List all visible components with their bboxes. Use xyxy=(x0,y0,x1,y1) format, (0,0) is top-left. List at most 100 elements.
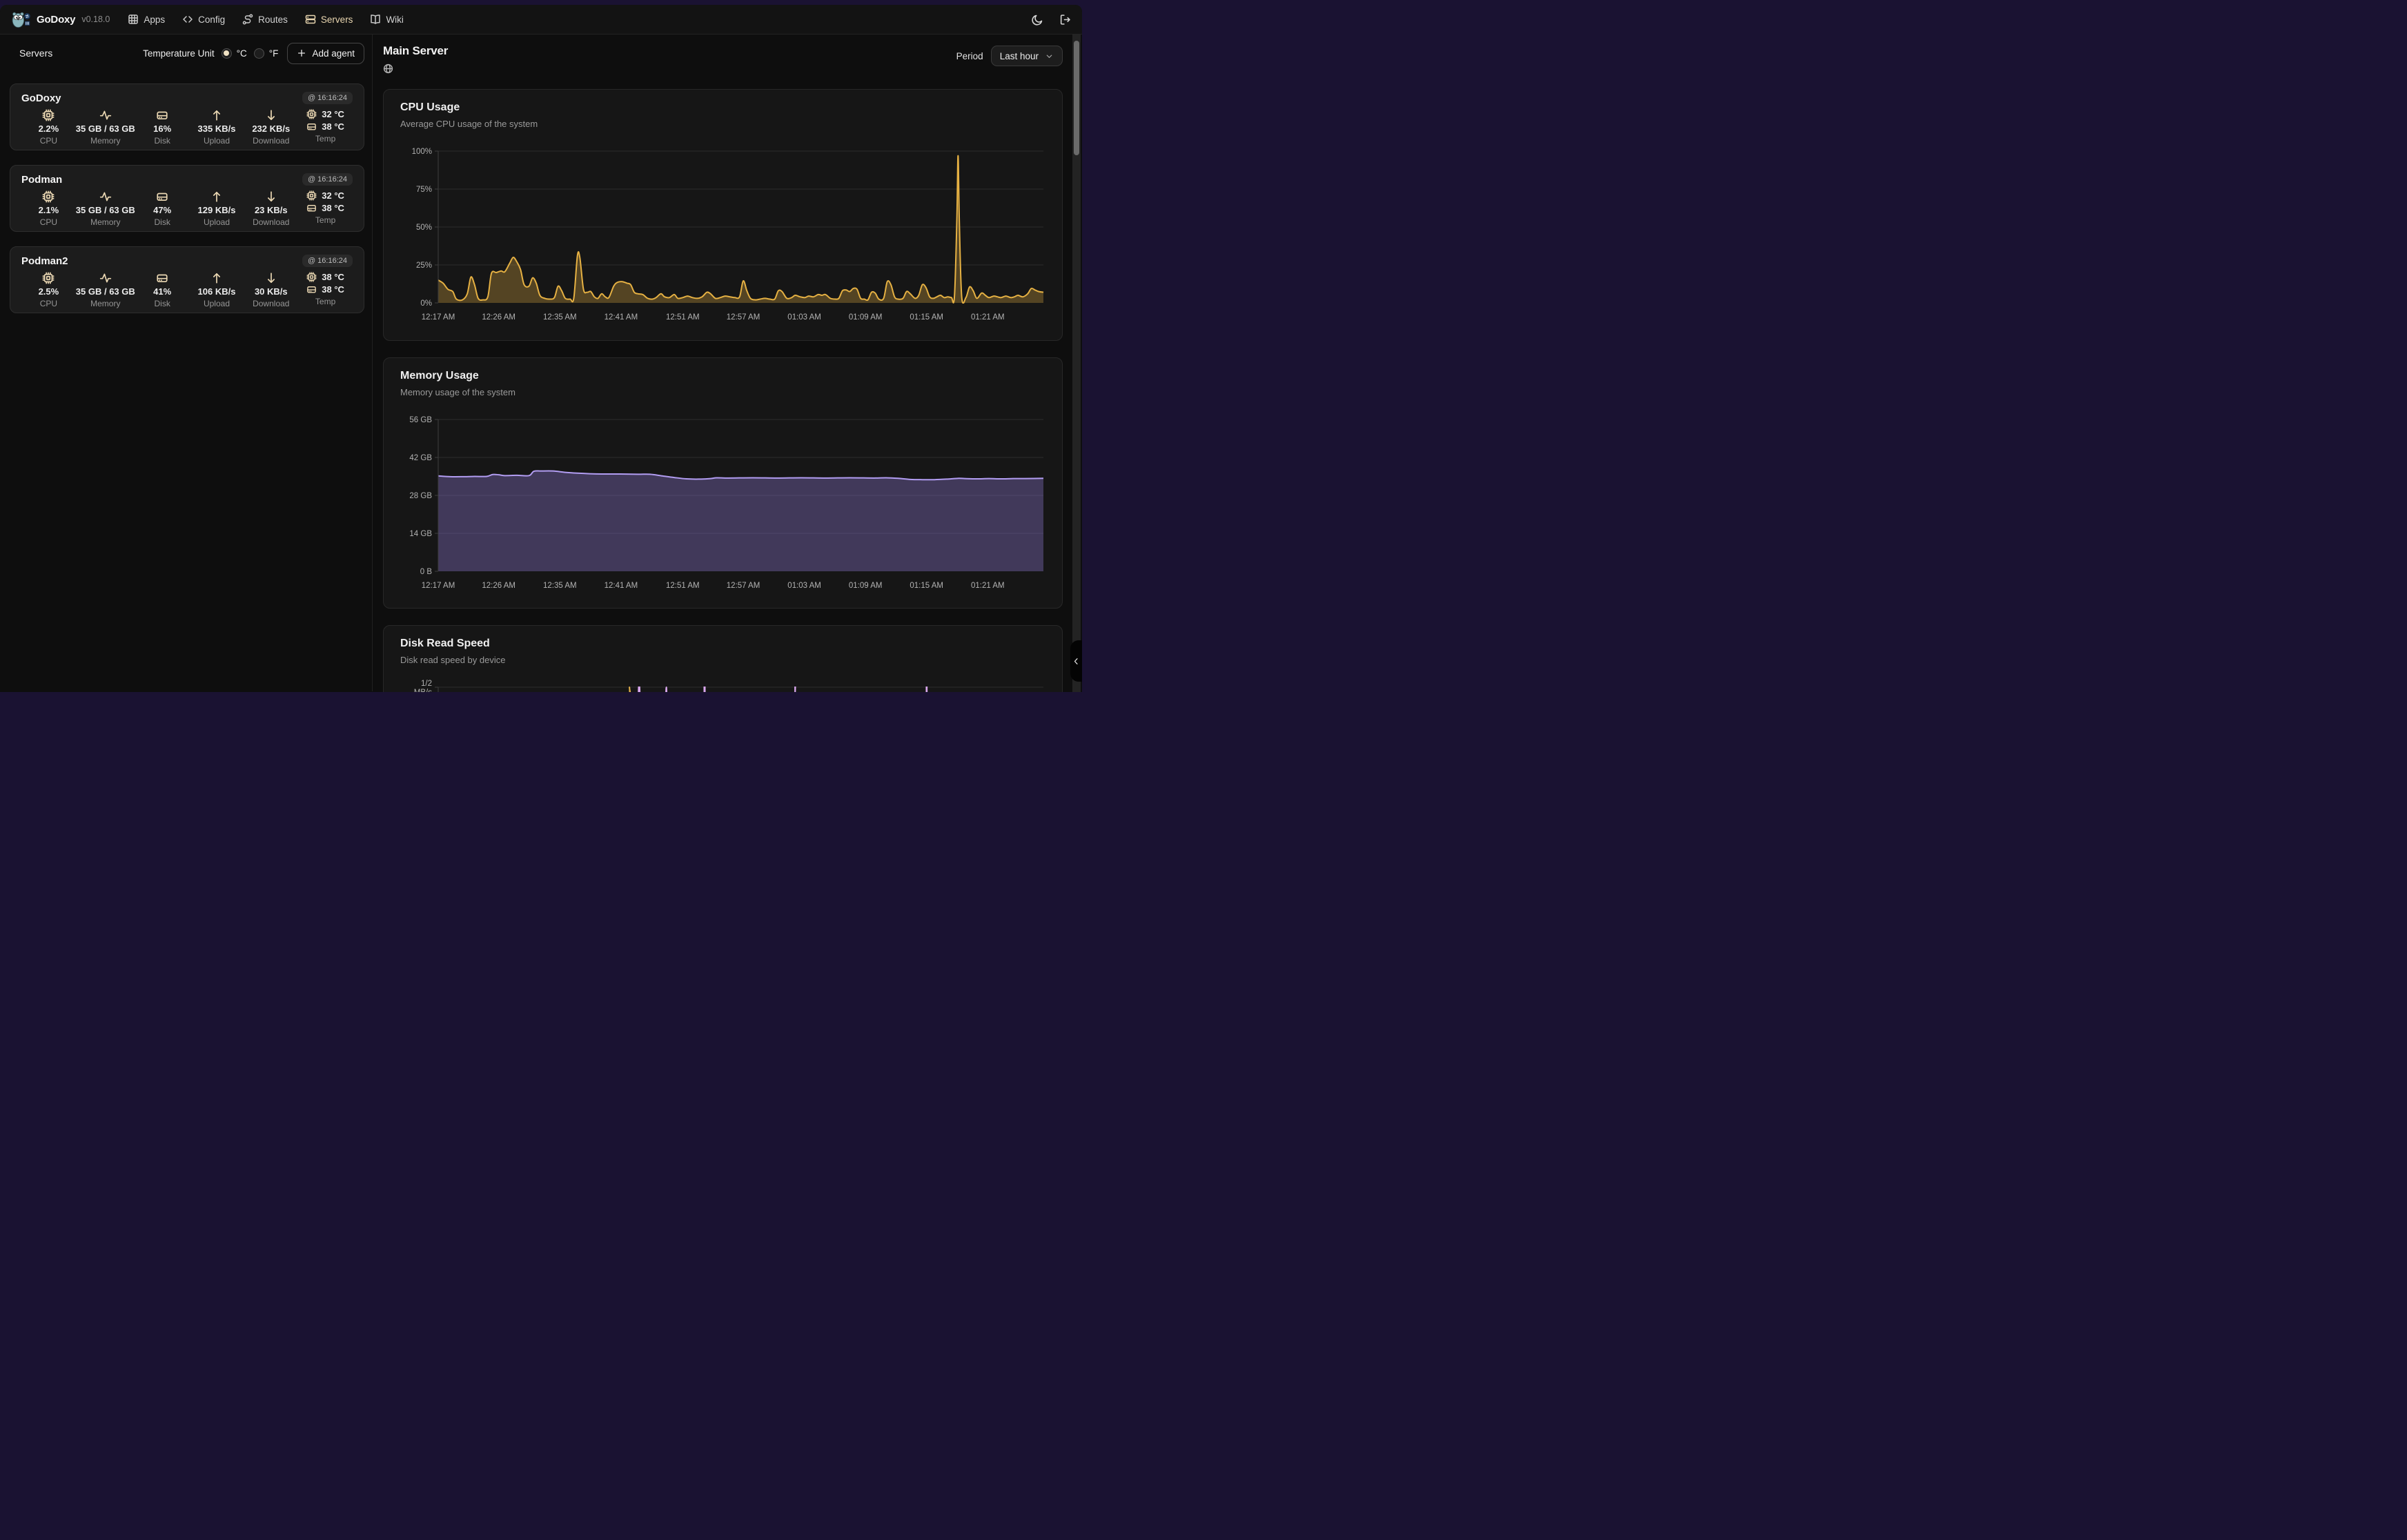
nav-item-config[interactable]: Config xyxy=(182,14,225,25)
cpu-icon xyxy=(306,109,317,119)
plus-icon xyxy=(297,48,306,58)
servers-sidebar: Servers Temperature Unit °C °F Add agent xyxy=(0,34,373,691)
arrow-down-icon xyxy=(265,271,277,284)
svg-text:12:57 AM: 12:57 AM xyxy=(727,582,760,590)
hard-drive-icon xyxy=(306,203,317,213)
stat-disk: 47% Disk xyxy=(135,190,190,227)
svg-text:12:57 AM: 12:57 AM xyxy=(727,313,760,322)
chart-title: Memory Usage xyxy=(400,370,1045,382)
temperature-unit-group: Temperature Unit °C °F xyxy=(143,48,278,59)
svg-text:42 GB: 42 GB xyxy=(409,454,432,462)
svg-text:25%: 25% xyxy=(416,261,432,270)
svg-text:01:09 AM: 01:09 AM xyxy=(849,313,883,322)
cpu-icon xyxy=(306,272,317,282)
chart-subtitle: Disk read speed by device xyxy=(400,655,1045,665)
svg-text:12:51 AM: 12:51 AM xyxy=(666,313,700,322)
chart-subtitle: Average CPU usage of the system xyxy=(400,119,1045,129)
svg-text:MB/s: MB/s xyxy=(414,689,432,692)
svg-text:12:51 AM: 12:51 AM xyxy=(666,582,700,590)
chart-title: CPU Usage xyxy=(400,101,1045,114)
logout-button[interactable] xyxy=(1059,14,1071,26)
server-card-podman[interactable]: Podman @ 16:16:24 2.1% CPU 35 GB / 63 GB… xyxy=(10,165,364,232)
stat-download: 30 KB/s Download xyxy=(244,271,298,308)
moon-icon xyxy=(1032,14,1043,26)
app-window: GoDoxy v0.18.0 Apps Config Routes Servers Wi… xyxy=(0,5,1082,692)
arrow-up-icon xyxy=(210,190,223,203)
stat-temp: 32 °C 38 °C Temp xyxy=(298,108,353,146)
chart-card-cpu: CPU Usage Average CPU usage of the system… xyxy=(383,89,1063,341)
temp-unit-fahrenheit-radio[interactable]: °F xyxy=(254,48,279,59)
svg-text:01:09 AM: 01:09 AM xyxy=(849,582,883,590)
sidebar-header: Servers Temperature Unit °C °F Add agent xyxy=(10,43,364,63)
scrollbar-thumb[interactable] xyxy=(1074,41,1079,155)
theme-toggle-button[interactable] xyxy=(1032,14,1043,26)
stat-temp: 38 °C 38 °C Temp xyxy=(298,271,353,308)
cpu-icon xyxy=(42,108,55,121)
stat-memory: 35 GB / 63 GB Memory xyxy=(76,271,135,308)
server-name: Podman2 xyxy=(21,255,68,267)
svg-text:50%: 50% xyxy=(416,224,432,232)
svg-text:75%: 75% xyxy=(416,186,432,194)
svg-text:0%: 0% xyxy=(420,299,432,308)
chart-card-memory: Memory Usage Memory usage of the system 56… xyxy=(383,357,1063,609)
server-timestamp-badge: @ 16:16:24 xyxy=(302,255,353,267)
server-name: GoDoxy xyxy=(21,92,61,104)
stat-download: 23 KB/s Download xyxy=(244,190,298,227)
sidebar-title: Servers xyxy=(19,48,52,59)
radio-unselected-icon xyxy=(254,48,264,59)
svg-text:12:17 AM: 12:17 AM xyxy=(422,582,455,590)
svg-text:12:41 AM: 12:41 AM xyxy=(605,313,638,322)
main-header: Main Server Period Last hour xyxy=(383,44,1063,77)
godoxy-logo xyxy=(11,10,31,29)
temp-row: 32 °C xyxy=(306,109,344,119)
server-name: Podman xyxy=(21,174,62,186)
vertical-scrollbar[interactable] xyxy=(1072,34,1081,692)
server-card-podman2[interactable]: Podman2 @ 16:16:24 2.5% CPU 35 GB / 63 G… xyxy=(10,246,364,313)
nav-item-apps[interactable]: Apps xyxy=(128,14,165,25)
svg-text:12:17 AM: 12:17 AM xyxy=(422,313,455,322)
chart-title: Disk Read Speed xyxy=(400,638,1045,650)
temp-row: 38 °C xyxy=(306,272,344,282)
temp-row: 32 °C xyxy=(306,190,344,201)
period-dropdown[interactable]: Last hour xyxy=(991,46,1063,66)
chevron-down-icon xyxy=(1045,52,1054,61)
chevron-left-icon xyxy=(1072,657,1081,666)
svg-text:12:26 AM: 12:26 AM xyxy=(482,582,515,590)
nav-item-routes[interactable]: Routes xyxy=(242,14,288,25)
sidebar-collapse-tab[interactable] xyxy=(1070,640,1082,682)
nav-item-wiki[interactable]: Wiki xyxy=(370,14,404,25)
cpu-icon xyxy=(42,271,55,284)
stat-temp: 32 °C 38 °C Temp xyxy=(298,190,353,227)
chart-subtitle: Memory usage of the system xyxy=(400,387,1045,397)
svg-text:12:26 AM: 12:26 AM xyxy=(482,313,515,322)
temp-unit-celsius-radio[interactable]: °C xyxy=(222,48,247,59)
book-open-icon xyxy=(370,14,381,25)
add-agent-button[interactable]: Add agent xyxy=(287,43,364,64)
code-icon xyxy=(182,14,193,25)
temp-row: 38 °C xyxy=(306,121,344,132)
server-card-godoxy[interactable]: GoDoxy @ 16:16:24 2.2% CPU 35 GB / 63 GB… xyxy=(10,83,364,150)
stat-memory: 35 GB / 63 GB Memory xyxy=(76,108,135,146)
temp-row: 38 °C xyxy=(306,284,344,295)
chart-card-disk: Disk Read Speed Disk read speed by device… xyxy=(383,625,1063,692)
stat-upload: 106 KB/s Upload xyxy=(190,271,244,308)
version-label: v0.18.0 xyxy=(81,14,110,24)
nav-item-servers[interactable]: Servers xyxy=(305,14,353,25)
hard-drive-icon xyxy=(156,271,168,284)
stat-memory: 35 GB / 63 GB Memory xyxy=(76,190,135,227)
cpu-icon xyxy=(306,190,317,201)
arrow-up-icon xyxy=(210,271,223,284)
stat-upload: 335 KB/s Upload xyxy=(190,108,244,146)
svg-text:01:03 AM: 01:03 AM xyxy=(787,313,821,322)
hard-drive-icon xyxy=(156,190,168,203)
arrow-down-icon xyxy=(265,108,277,121)
nav-menu: Apps Config Routes Servers Wiki xyxy=(128,14,404,25)
svg-text:56 GB: 56 GB xyxy=(409,416,432,424)
stat-upload: 129 KB/s Upload xyxy=(190,190,244,227)
radio-selected-icon xyxy=(222,48,232,59)
svg-text:01:21 AM: 01:21 AM xyxy=(971,582,1005,590)
svg-text:01:15 AM: 01:15 AM xyxy=(910,582,943,590)
globe-icon[interactable] xyxy=(383,63,393,74)
stat-cpu: 2.5% CPU xyxy=(21,271,76,308)
svg-text:12:41 AM: 12:41 AM xyxy=(605,582,638,590)
